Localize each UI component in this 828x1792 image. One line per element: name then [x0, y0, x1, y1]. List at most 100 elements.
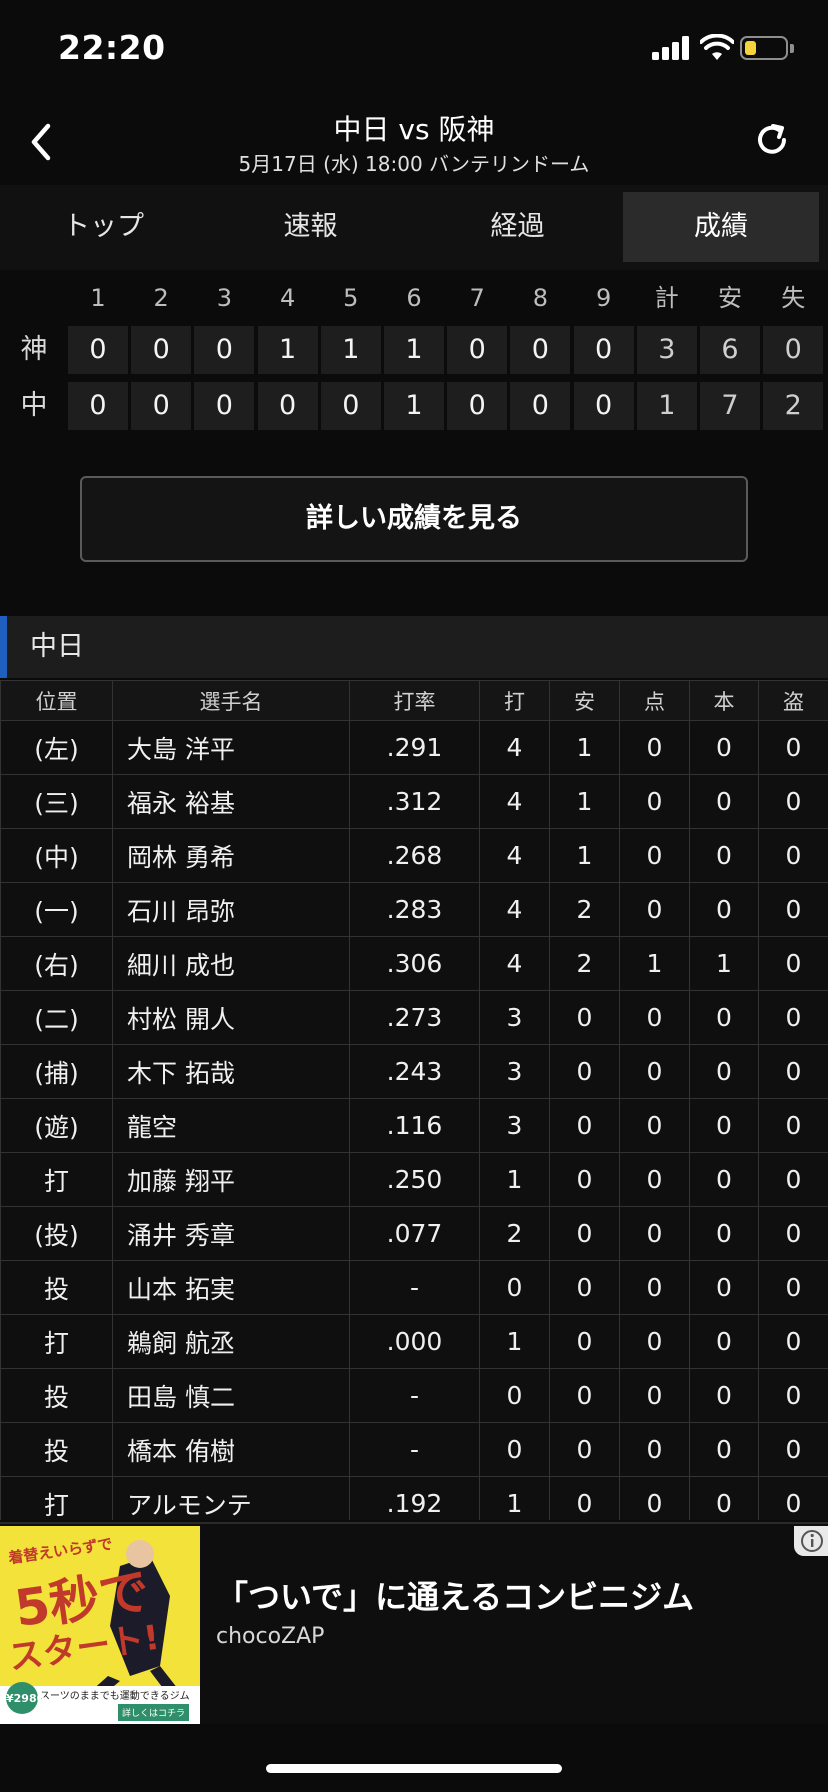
position-cell: (左) [0, 720, 113, 775]
table-row[interactable]: (一) 石川 昂弥 .283 4 2 0 0 0 [0, 882, 828, 937]
scoreboard-col-header: 安 [718, 284, 742, 312]
ad-image[interactable]: 着替えいらずで 5秒で スタート! スーツのままでも運動できるジム ¥2980 … [0, 1526, 200, 1724]
hit-cell: 1 [549, 720, 620, 775]
position-cell: 打 [0, 1152, 113, 1207]
ad-info-icon[interactable] [794, 1526, 828, 1556]
ab-cell: 0 [479, 1422, 550, 1477]
avg-cell: .243 [349, 1044, 480, 1099]
scoreboard-cell: 0 [68, 326, 128, 374]
hr-cell: 0 [689, 774, 759, 829]
ad-image-tagline: スーツのままでも運動できるジム [40, 1691, 190, 1702]
avg-cell: .116 [349, 1098, 480, 1153]
scoreboard-cell: 0 [257, 382, 318, 430]
table-row[interactable]: (遊) 龍空 .116 3 0 0 0 0 [0, 1098, 828, 1153]
status-time: 22:20 [58, 28, 166, 67]
hit-cell: 0 [549, 1314, 620, 1369]
ad-headline[interactable]: 「ついで」に通えるコンビニジム [216, 1572, 694, 1618]
avg-cell: .192 [349, 1476, 480, 1520]
batting-stats: 位置 選手名 打率 打 安 点 本 盗 (左) 大島 洋平 .291 4 1 0 0 0 (三)… [0, 680, 828, 1520]
tab-stats[interactable]: 成績 [623, 192, 819, 262]
rbi-cell: 0 [619, 774, 690, 829]
scoreboard-cell: 1 [320, 326, 381, 374]
scoreboard-cell: 0 [447, 326, 508, 374]
ab-cell: 0 [479, 1260, 550, 1315]
hr-cell: 0 [689, 1206, 759, 1261]
hr-cell: 0 [689, 882, 759, 937]
player-name-cell: 大島 洋平 [112, 720, 350, 775]
scoreboard-team-label: 中 [20, 390, 48, 421]
team-color-bar [0, 616, 7, 678]
scoreboard-team-label: 神 [20, 334, 48, 365]
scoreboard-col-header: 計 [654, 284, 679, 312]
scoreboard-cell: 0 [194, 382, 255, 430]
col-header: 盗 [758, 680, 828, 721]
hit-cell: 0 [549, 1476, 620, 1520]
avg-cell: .283 [349, 882, 480, 937]
scoreboard-col-header: 4 [279, 284, 296, 312]
rbi-cell: 0 [619, 882, 690, 937]
scoreboard-cell: 0 [510, 326, 571, 374]
ad-banner[interactable]: 着替えいらずで 5秒で スタート! スーツのままでも運動できるジム ¥2980 … [0, 1522, 828, 1724]
sb-cell: 0 [758, 1260, 828, 1315]
tab-progress[interactable]: 経過 [414, 192, 621, 262]
rbi-cell: 0 [619, 1476, 690, 1520]
player-name-cell: 村松 開人 [112, 990, 350, 1045]
scoreboard-cell: 0 [131, 326, 192, 374]
col-header: 選手名 [112, 680, 350, 721]
table-row[interactable]: (中) 岡林 勇希 .268 4 1 0 0 0 [0, 828, 828, 883]
hr-cell: 0 [689, 1314, 759, 1369]
player-name-cell: 細川 成也 [112, 936, 350, 991]
position-cell: (三) [0, 774, 113, 829]
table-row[interactable]: (左) 大島 洋平 .291 4 1 0 0 0 [0, 720, 828, 775]
scoreboard-cell: 1 [636, 382, 697, 430]
sb-cell: 0 [758, 1152, 828, 1207]
scoreboard-cell: 2 [763, 382, 824, 430]
table-header-row: 位置 選手名 打率 打 安 点 本 盗 [0, 680, 828, 721]
col-header: 安 [549, 680, 620, 721]
table-row[interactable]: 打加藤 翔平 .250 1 0 0 0 0 [0, 1152, 828, 1207]
sb-cell: 0 [758, 774, 828, 829]
table-row[interactable]: (右) 細川 成也 .306 4 2 1 1 0 [0, 936, 828, 991]
scoreboard-col-header: 2 [153, 284, 169, 312]
hit-cell: 0 [549, 1368, 620, 1423]
sb-cell: 0 [758, 720, 828, 775]
detail-stats-button[interactable]: 詳しい成績を見る [80, 476, 748, 562]
position-cell: (捕) [0, 1044, 113, 1099]
hit-cell: 2 [549, 936, 620, 991]
ab-cell: 3 [479, 1098, 550, 1153]
tab-top[interactable]: トップ [0, 192, 207, 262]
ad-image-price: ¥2980 [6, 1692, 45, 1705]
scoreboard-col-header: 7 [469, 284, 485, 312]
table-row[interactable]: 投橋本 侑樹 -0 0 0 0 0 [0, 1422, 828, 1477]
table-row[interactable]: (三) 福永 裕基 .312 4 1 0 0 0 [0, 774, 828, 829]
player-name-cell: 鵜飼 航丞 [112, 1314, 350, 1369]
position-cell: (遊) [0, 1098, 113, 1153]
table-row[interactable]: 打鵜飼 航丞 .000 1 0 0 0 0 [0, 1314, 828, 1369]
team-name: 中日 [30, 631, 84, 662]
table-row[interactable]: (二) 村松 開人 .273 3 0 0 0 0 [0, 990, 828, 1045]
table-row[interactable]: 投山本 拓実 -0 0 0 0 0 [0, 1260, 828, 1315]
table-row[interactable]: (投) 涌井 秀章 .077 2 0 0 0 0 [0, 1206, 828, 1261]
avg-cell: .268 [349, 828, 480, 883]
tab-live[interactable]: 速報 [207, 192, 414, 262]
ab-cell: 0 [479, 1368, 550, 1423]
table-row[interactable]: (捕) 木下 拓哉 .243 3 0 0 0 0 [0, 1044, 828, 1099]
player-name-cell: 石川 昂弥 [112, 882, 350, 937]
ad-image-button: 詳しくはコチラ [118, 1704, 190, 1721]
table-row[interactable]: 打アルモンテ .192 1 0 0 0 0 [0, 1476, 828, 1520]
home-indicator[interactable] [266, 1764, 562, 1773]
avg-cell: - [349, 1422, 480, 1477]
position-cell: (投) [0, 1206, 113, 1261]
player-name-cell: 龍空 [112, 1098, 350, 1153]
game-header: 中日 vs 阪神 5月17日 (水) 18:00 バンテリンドーム [0, 100, 828, 185]
scoreboard-cell: 0 [320, 382, 381, 430]
hr-cell: 0 [689, 720, 759, 775]
table-row[interactable]: 投田島 慎二 -0 0 0 0 0 [0, 1368, 828, 1423]
avg-cell: .273 [349, 990, 480, 1045]
player-name-cell: 福永 裕基 [112, 774, 350, 829]
scoreboard-col-header: 失 [781, 284, 806, 312]
scoreboard-col-header: 3 [216, 284, 233, 312]
reload-icon[interactable] [752, 120, 792, 160]
wifi-icon [700, 34, 734, 60]
hr-cell: 0 [689, 1476, 759, 1520]
